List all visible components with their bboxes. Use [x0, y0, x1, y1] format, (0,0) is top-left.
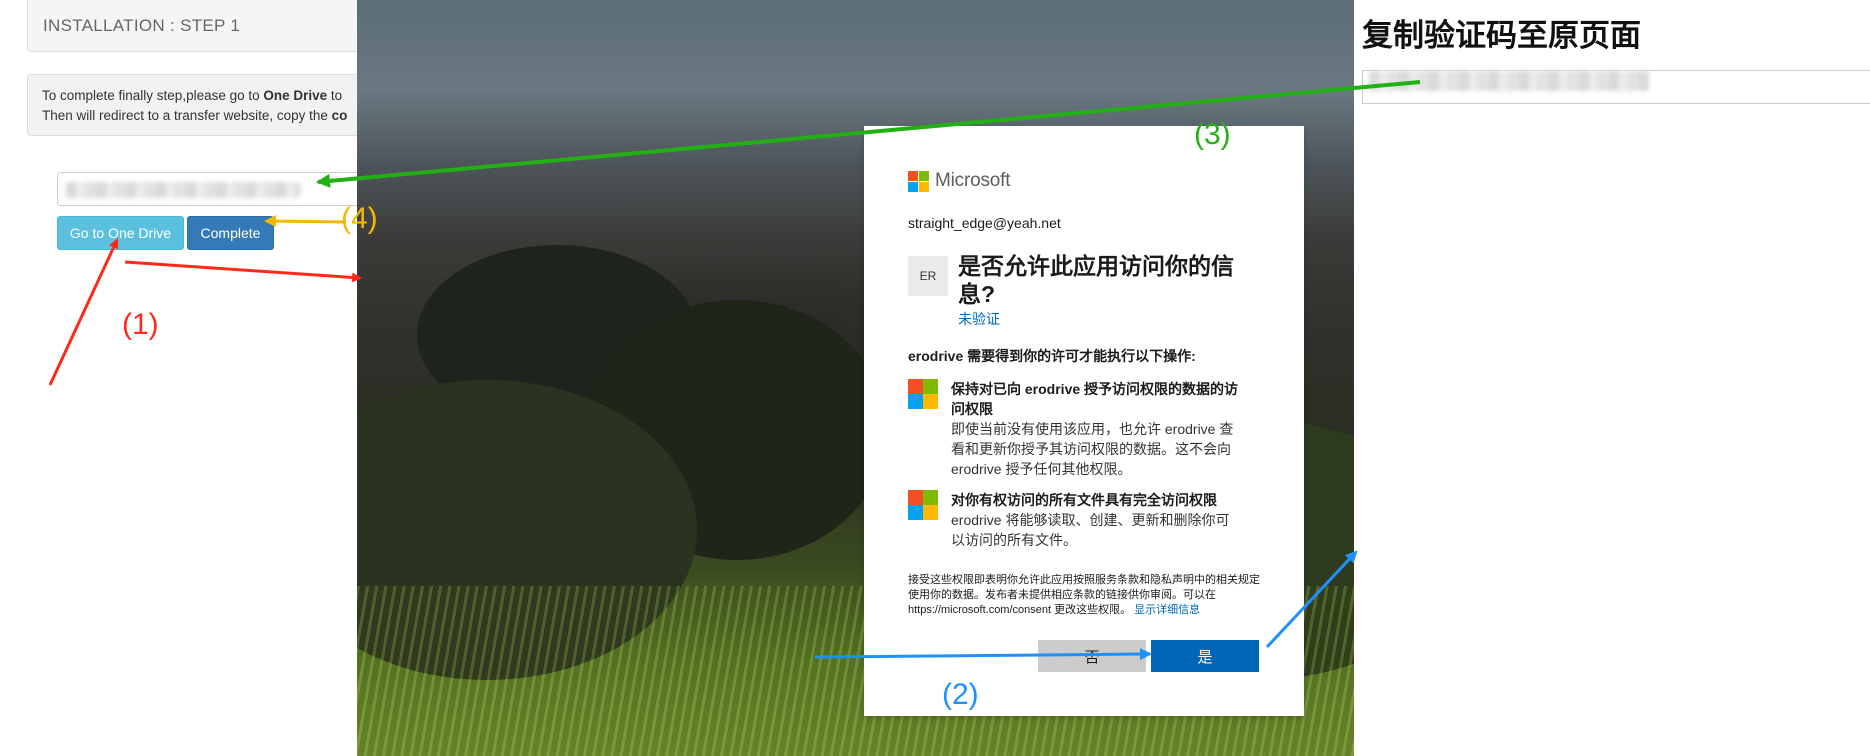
arrow-step4: [264, 215, 347, 228]
annotation-step3: (3): [1194, 118, 1231, 151]
arrow-step1-up: [48, 238, 119, 386]
arrow-step2-redirect: [1265, 550, 1358, 649]
arrow-step1-right: [124, 260, 362, 283]
arrow-step2-accept: [814, 648, 1152, 661]
annotation-step2: (2): [942, 678, 979, 711]
annotation-step1: (1): [122, 308, 159, 341]
annotation-arrows: [48, 80, 1421, 661]
annotation-step4: (4): [341, 202, 378, 235]
arrow-step3: [316, 80, 1421, 188]
